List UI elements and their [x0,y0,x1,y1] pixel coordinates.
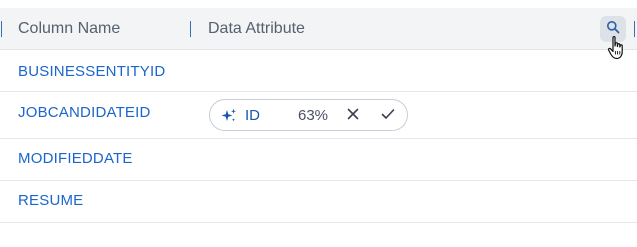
reject-suggestion-button[interactable] [344,107,362,125]
sparkle-icon [221,108,237,124]
table-header: Column Name Data Attribute [0,8,637,50]
accept-suggestion-button[interactable] [379,107,397,125]
mapping-table: Column Name Data Attribute BUSINESSENTIT… [0,0,637,247]
column-name-link[interactable]: MODIFIEDDATE [18,150,133,168]
search-icon [606,20,620,39]
column-name-link[interactable]: JOBCANDIDATEID [18,104,151,122]
column-resizer[interactable] [190,21,191,37]
search-button[interactable] [600,16,626,42]
close-icon [347,107,359,125]
check-icon [381,107,395,125]
suggested-attribute-label: ID [245,107,260,124]
column-header-name[interactable]: Column Name [18,20,120,38]
column-resizer[interactable] [1,21,2,37]
column-name-link[interactable]: RESUME [18,192,83,210]
column-resizer[interactable] [634,21,635,37]
attribute-suggestion-chip[interactable]: ID 63% [209,99,408,131]
column-header-data-attribute[interactable]: Data Attribute [208,20,305,38]
confidence-value: 63% [298,107,329,124]
table-row[interactable]: RESUME [0,181,637,223]
table-row[interactable]: BUSINESSENTITYID [0,50,637,92]
column-name-link[interactable]: BUSINESSENTITYID [18,63,165,81]
table-row[interactable]: MODIFIEDDATE [0,139,637,181]
